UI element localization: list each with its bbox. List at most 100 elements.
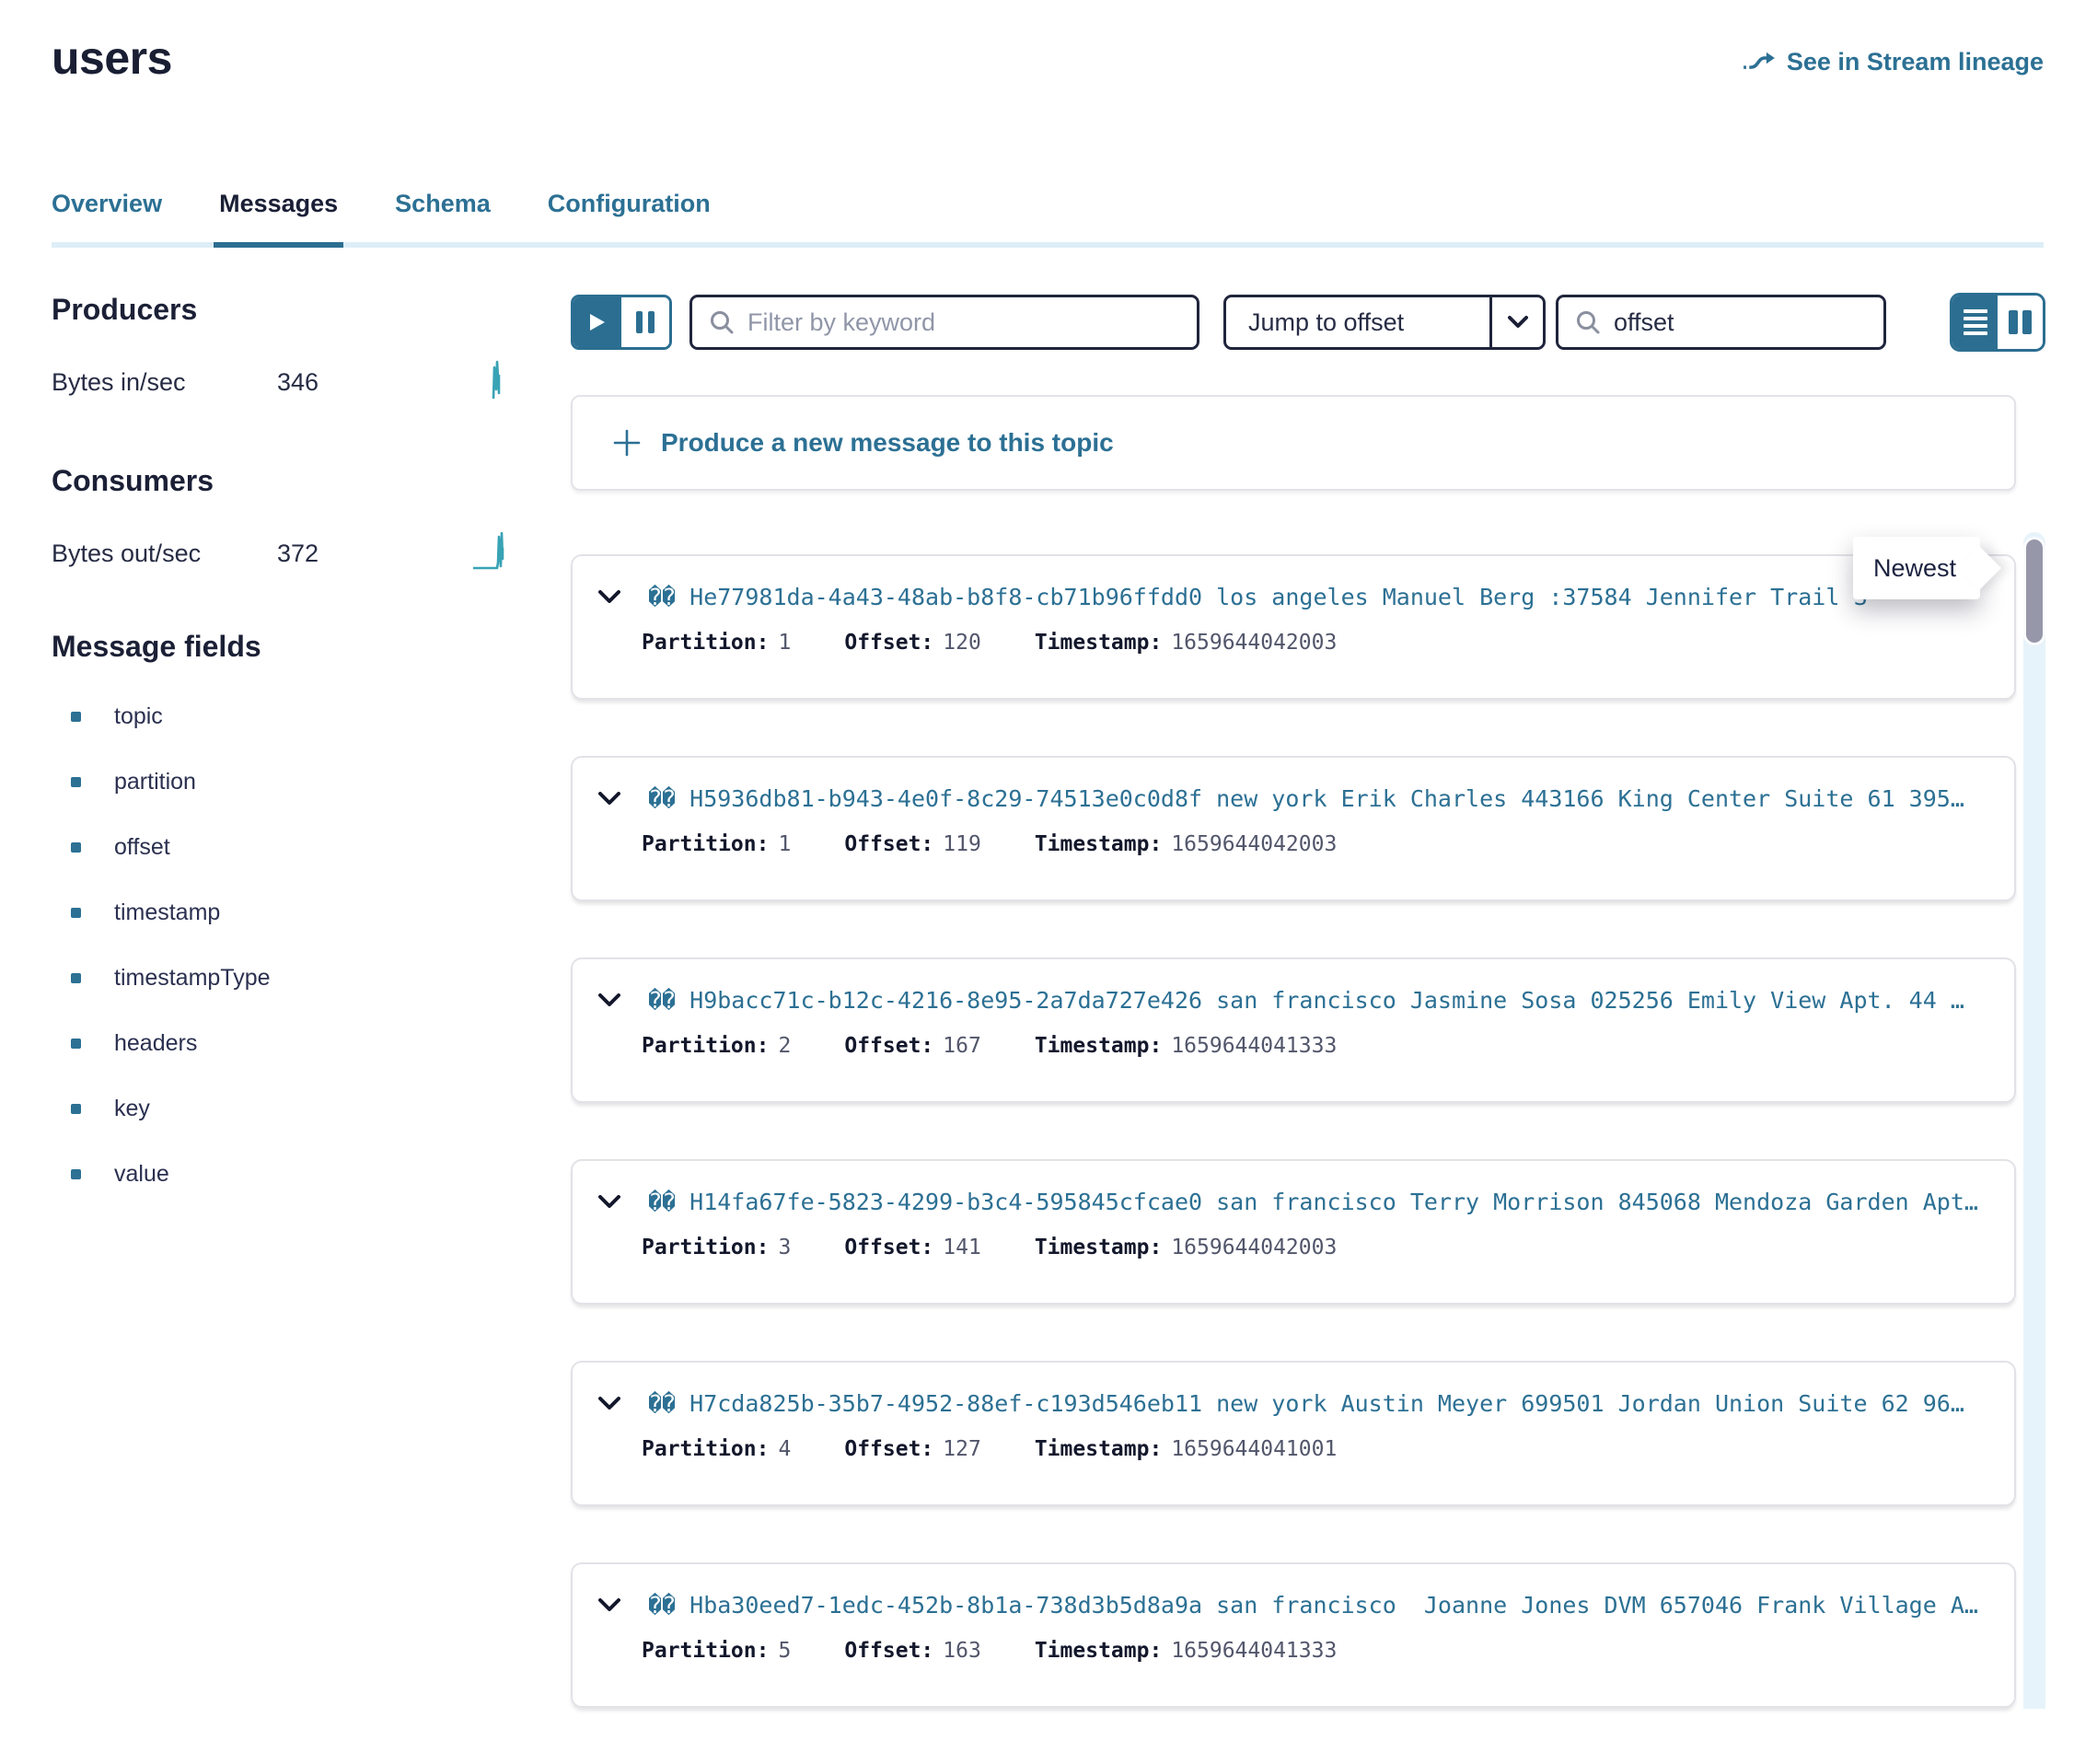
- jump-to-offset-select[interactable]: Jump to offset: [1223, 295, 1546, 350]
- field-bullet-icon: [71, 777, 81, 787]
- bytes-in-value: 346: [277, 368, 319, 397]
- tab-overview[interactable]: Overview: [52, 190, 162, 218]
- jump-select-value: Jump to offset: [1226, 308, 1489, 337]
- bytes-in-metric: Bytes in/sec 346: [52, 360, 517, 405]
- message-meta: Partition:2 Offset:167 Timestamp:1659644…: [642, 1034, 1987, 1058]
- field-item-partition[interactable]: partition: [52, 749, 517, 815]
- lineage-arrow-icon: [1743, 50, 1776, 75]
- field-bullet-icon: [71, 712, 81, 722]
- message-row[interactable]: �� He77981da-4a43-48ab-b8f8-cb71b96ffdd0…: [571, 554, 2016, 700]
- partition-value: 5: [778, 1639, 791, 1663]
- list-view-button[interactable]: [1952, 296, 1998, 349]
- offset-value: 163: [943, 1639, 981, 1663]
- tab-bar: Overview Messages Schema Configuration: [52, 190, 2044, 248]
- field-item-value[interactable]: value: [52, 1142, 517, 1207]
- pause-icon: [636, 311, 655, 333]
- timestamp-value: 1659644042003: [1171, 1236, 1337, 1259]
- chevron-down-icon: [1489, 297, 1543, 347]
- message-key-preview: �� H5936db81-b943-4e0f-8c29-74513e0c0d8f…: [648, 785, 1987, 812]
- message-list: �� He77981da-4a43-48ab-b8f8-cb71b96ffdd0…: [571, 554, 2045, 1708]
- expand-chevron-icon[interactable]: [598, 1195, 620, 1209]
- plus-icon: [613, 429, 641, 457]
- message-fields-heading: Message fields: [52, 630, 517, 664]
- expand-chevron-icon[interactable]: [598, 590, 620, 604]
- consumers-heading: Consumers: [52, 464, 517, 498]
- list-view-icon: [1964, 309, 1987, 335]
- message-row[interactable]: �� H7cda825b-35b7-4952-88ef-c193d546eb11…: [571, 1361, 2016, 1506]
- message-key-preview: �� He77981da-4a43-48ab-b8f8-cb71b96ffdd0…: [648, 584, 1987, 610]
- field-item-timestamptype[interactable]: timestampType: [52, 946, 517, 1011]
- field-bullet-icon: [71, 1039, 81, 1049]
- timestamp-value: 1659644041333: [1171, 1034, 1337, 1058]
- partition-value: 1: [778, 832, 791, 856]
- messages-toolbar: Jump to offset: [571, 293, 2045, 352]
- filter-keyword-field: [689, 295, 1199, 350]
- bytes-out-value: 372: [277, 540, 319, 568]
- play-icon: [589, 313, 606, 331]
- expand-chevron-icon[interactable]: [598, 1598, 620, 1612]
- offset-value: 127: [943, 1437, 981, 1461]
- view-toggle-group: [1950, 293, 2045, 352]
- field-bullet-icon: [71, 842, 81, 853]
- bytes-out-metric: Bytes out/sec 372: [52, 531, 517, 576]
- field-bullet-icon: [71, 908, 81, 918]
- producers-heading: Producers: [52, 293, 517, 327]
- column-view-button[interactable]: [1998, 296, 2043, 349]
- timestamp-value: 1659644041001: [1171, 1437, 1337, 1461]
- message-row[interactable]: �� H9bacc71c-b12c-4216-8e95-2a7da727e426…: [571, 957, 2016, 1103]
- message-row[interactable]: �� H14fa67fe-5823-4299-b3c4-595845cfcae0…: [571, 1159, 2016, 1305]
- field-bullet-icon: [71, 1169, 81, 1179]
- bytes-out-label: Bytes out/sec: [52, 540, 277, 568]
- stream-lineage-link[interactable]: See in Stream lineage: [1743, 48, 2044, 76]
- topic-stats-sidebar: Producers Bytes in/sec 346 Consumers Byt…: [52, 293, 517, 1207]
- message-row[interactable]: �� H5936db81-b943-4e0f-8c29-74513e0c0d8f…: [571, 756, 2016, 901]
- message-meta: Partition:4 Offset:127 Timestamp:1659644…: [642, 1437, 1987, 1461]
- partition-value: 4: [778, 1437, 791, 1461]
- tab-schema[interactable]: Schema: [395, 190, 491, 218]
- offset-search-input[interactable]: [1614, 308, 1867, 337]
- timestamp-value: 1659644042003: [1171, 631, 1337, 655]
- timestamp-value: 1659644041333: [1171, 1639, 1337, 1663]
- field-item-headers[interactable]: headers: [52, 1011, 517, 1076]
- produce-message-button[interactable]: Produce a new message to this topic: [571, 395, 2016, 491]
- lineage-link-label: See in Stream lineage: [1787, 48, 2044, 76]
- tab-configuration[interactable]: Configuration: [548, 190, 711, 218]
- field-item-topic[interactable]: topic: [52, 684, 517, 749]
- scrollbar-thumb[interactable]: [2026, 540, 2043, 643]
- offset-value: 141: [943, 1236, 981, 1259]
- field-bullet-icon: [71, 973, 81, 983]
- offset-search-field: [1556, 295, 1886, 350]
- newest-tooltip-label: Newest: [1873, 554, 1956, 583]
- timestamp-value: 1659644042003: [1171, 832, 1337, 856]
- bytes-out-sparkline: [473, 531, 516, 576]
- column-view-icon: [2009, 310, 2032, 334]
- produce-message-label: Produce a new message to this topic: [661, 428, 1114, 458]
- messages-scrollbar-track[interactable]: [2023, 532, 2045, 1709]
- page-title: users: [52, 31, 172, 85]
- offset-value: 167: [943, 1034, 981, 1058]
- message-key-preview: �� Hba30eed7-1edc-452b-8b1a-738d3b5d8a9a…: [648, 1592, 1987, 1619]
- field-item-timestamp[interactable]: timestamp: [52, 880, 517, 946]
- expand-chevron-icon[interactable]: [598, 792, 620, 806]
- message-fields-list: topic partition offset timestamp timesta…: [52, 684, 517, 1207]
- partition-value: 1: [778, 631, 791, 655]
- message-meta: Partition:1 Offset:119 Timestamp:1659644…: [642, 832, 1987, 856]
- play-pause-group: [571, 295, 672, 350]
- partition-value: 2: [778, 1034, 791, 1058]
- message-key-preview: �� H9bacc71c-b12c-4216-8e95-2a7da727e426…: [648, 987, 1987, 1014]
- tab-messages[interactable]: Messages: [219, 190, 338, 218]
- bytes-in-label: Bytes in/sec: [52, 368, 277, 397]
- field-item-key[interactable]: key: [52, 1076, 517, 1142]
- pause-button[interactable]: [621, 297, 669, 347]
- offset-value: 120: [943, 631, 981, 655]
- field-item-offset[interactable]: offset: [52, 815, 517, 880]
- expand-chevron-icon[interactable]: [598, 993, 620, 1007]
- newest-position-tooltip: Newest: [1853, 537, 1980, 599]
- play-button[interactable]: [573, 297, 621, 347]
- search-icon: [1575, 309, 1601, 335]
- message-row[interactable]: �� Hba30eed7-1edc-452b-8b1a-738d3b5d8a9a…: [571, 1562, 2016, 1708]
- expand-chevron-icon[interactable]: [598, 1397, 620, 1410]
- filter-keyword-input[interactable]: [747, 308, 1180, 337]
- offset-value: 119: [943, 832, 981, 856]
- message-meta: Partition:5 Offset:163 Timestamp:1659644…: [642, 1639, 1987, 1663]
